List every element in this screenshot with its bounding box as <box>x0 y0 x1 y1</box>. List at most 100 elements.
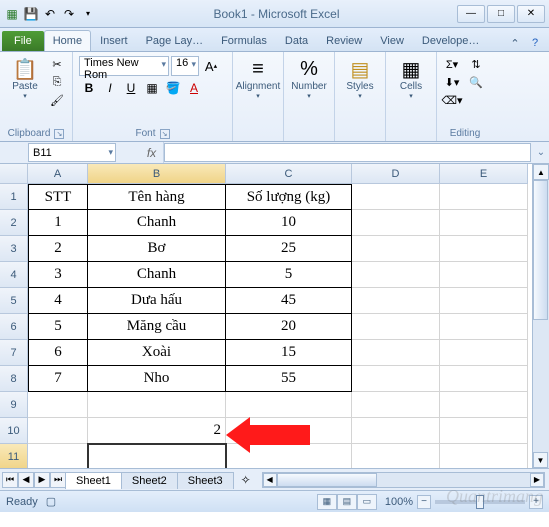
autosum-icon[interactable]: Σ▾ <box>443 56 461 72</box>
cell[interactable] <box>352 314 440 340</box>
border-icon[interactable]: ▦ <box>142 78 162 98</box>
zoom-slider[interactable] <box>435 500 525 504</box>
col-header-d[interactable]: D <box>352 164 440 184</box>
font-name-combo[interactable]: Times New Rom <box>79 56 169 76</box>
row-header[interactable]: 4 <box>0 262 28 288</box>
cell[interactable] <box>226 418 352 444</box>
col-header-a[interactable]: A <box>28 164 88 184</box>
hscroll-thumb[interactable] <box>277 473 377 487</box>
active-cell-b11[interactable] <box>88 444 226 468</box>
scrollbar-thumb[interactable] <box>533 180 548 320</box>
scroll-right-icon[interactable]: ▶ <box>530 473 544 487</box>
minimize-ribbon-icon[interactable]: ⌃ <box>507 35 523 51</box>
sheet-tab-2[interactable]: Sheet2 <box>121 472 178 489</box>
cell[interactable]: 2 <box>28 236 88 262</box>
cells-button[interactable]: ▦ Cells ▾ <box>392 56 430 100</box>
sort-filter-icon[interactable]: ⇅ <box>465 56 487 72</box>
row-header[interactable]: 3 <box>0 236 28 262</box>
cell[interactable] <box>88 392 226 418</box>
cell[interactable] <box>440 418 528 444</box>
row-header[interactable]: 10 <box>0 418 28 444</box>
row-header[interactable]: 7 <box>0 340 28 366</box>
scroll-down-icon[interactable]: ▼ <box>533 452 548 468</box>
cell[interactable]: Chanh <box>88 210 226 236</box>
cell[interactable]: 4 <box>28 288 88 314</box>
cell[interactable]: 20 <box>226 314 352 340</box>
sheet-nav-prev-icon[interactable]: ◀ <box>18 472 34 488</box>
select-all-corner[interactable] <box>0 164 28 184</box>
vertical-scrollbar[interactable]: ▲ ▼ <box>532 164 549 468</box>
font-dialog-icon[interactable]: ↘ <box>160 129 170 139</box>
save-icon[interactable]: 💾 <box>23 6 39 22</box>
cell[interactable] <box>226 392 352 418</box>
cell[interactable] <box>352 288 440 314</box>
worksheet-grid[interactable]: A B C D E 1 STT Tên hàng Số lượng (kg) 2… <box>0 164 549 468</box>
col-header-b[interactable]: B <box>88 164 226 184</box>
styles-button[interactable]: ▤ Styles ▾ <box>341 56 379 100</box>
qat-customize-icon[interactable]: ▾ <box>80 6 96 22</box>
cell[interactable]: 3 <box>28 262 88 288</box>
cell[interactable] <box>28 392 88 418</box>
cell[interactable] <box>440 288 528 314</box>
tab-insert[interactable]: Insert <box>91 30 137 51</box>
format-painter-icon[interactable]: 🖌 <box>48 92 66 108</box>
sheet-tab-3[interactable]: Sheet3 <box>177 472 234 489</box>
scroll-left-icon[interactable]: ◀ <box>263 473 277 487</box>
row-header[interactable]: 1 <box>0 184 28 210</box>
fill-color-icon[interactable]: 🪣 <box>163 78 183 98</box>
cell[interactable]: Xoài <box>88 340 226 366</box>
formula-bar[interactable] <box>164 143 531 162</box>
tab-data[interactable]: Data <box>276 30 317 51</box>
undo-icon[interactable]: ↶ <box>42 6 58 22</box>
clear-icon[interactable]: ⌫▾ <box>443 92 461 108</box>
zoom-in-icon[interactable]: + <box>529 495 543 509</box>
cell[interactable] <box>28 418 88 444</box>
fill-icon[interactable]: ⬇▾ <box>443 74 461 90</box>
col-header-c[interactable]: C <box>226 164 352 184</box>
cell[interactable]: 45 <box>226 288 352 314</box>
cell[interactable] <box>352 236 440 262</box>
row-header[interactable]: 2 <box>0 210 28 236</box>
row-header[interactable]: 6 <box>0 314 28 340</box>
row-header[interactable]: 8 <box>0 366 28 392</box>
sheet-nav-first-icon[interactable]: ⏮ <box>2 472 18 488</box>
cell[interactable]: 1 <box>28 210 88 236</box>
cell[interactable] <box>440 236 528 262</box>
row-header[interactable]: 11 <box>0 444 28 468</box>
help-icon[interactable]: ? <box>527 35 543 51</box>
cell[interactable]: 5 <box>226 262 352 288</box>
cell[interactable]: 10 <box>226 210 352 236</box>
cell[interactable] <box>440 392 528 418</box>
copy-icon[interactable]: ⎘ <box>48 74 66 90</box>
close-button[interactable]: ✕ <box>517 5 545 23</box>
cell[interactable] <box>440 444 528 468</box>
cell[interactable] <box>352 392 440 418</box>
tab-review[interactable]: Review <box>317 30 371 51</box>
tab-view[interactable]: View <box>371 30 413 51</box>
sheet-nav-last-icon[interactable]: ⏭ <box>50 472 66 488</box>
alignment-button[interactable]: ≡ Alignment ▾ <box>239 56 277 100</box>
col-header-e[interactable]: E <box>440 164 528 184</box>
view-page-layout-icon[interactable]: ▤ <box>337 494 357 510</box>
view-page-break-icon[interactable]: ▭ <box>357 494 377 510</box>
row-header[interactable]: 5 <box>0 288 28 314</box>
zoom-out-icon[interactable]: − <box>417 495 431 509</box>
cell[interactable]: Dưa hấu <box>88 288 226 314</box>
cell[interactable]: Nho <box>88 366 226 392</box>
redo-icon[interactable]: ↷ <box>61 6 77 22</box>
tab-page-layout[interactable]: Page Lay… <box>137 30 212 51</box>
italic-button[interactable]: I <box>100 78 120 98</box>
sheet-nav-next-icon[interactable]: ▶ <box>34 472 50 488</box>
cell[interactable] <box>28 444 88 468</box>
cell[interactable] <box>352 262 440 288</box>
cell[interactable] <box>440 314 528 340</box>
cell[interactable]: Măng cầu <box>88 314 226 340</box>
cut-icon[interactable]: ✂ <box>48 56 66 72</box>
cell[interactable] <box>352 444 440 468</box>
clipboard-dialog-icon[interactable]: ↘ <box>54 129 64 139</box>
cell[interactable]: Số lượng (kg) <box>226 184 352 210</box>
cell[interactable] <box>226 444 352 468</box>
cell[interactable] <box>352 366 440 392</box>
cell[interactable] <box>440 184 528 210</box>
cell[interactable]: Chanh <box>88 262 226 288</box>
